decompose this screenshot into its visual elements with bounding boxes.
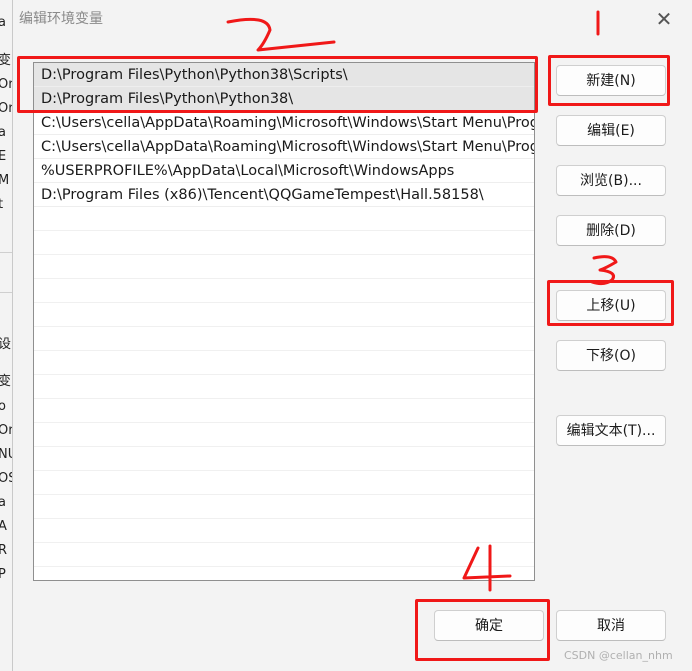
bg-text: a bbox=[0, 125, 6, 140]
list-item[interactable]: D:\Program Files (x86)\Tencent\QQGameTem… bbox=[34, 183, 534, 207]
empty-row bbox=[34, 543, 534, 567]
bg-text: t bbox=[0, 197, 4, 212]
empty-row bbox=[34, 423, 534, 447]
new-button[interactable]: 新建(N) bbox=[556, 65, 666, 96]
empty-row bbox=[34, 375, 534, 399]
empty-row bbox=[34, 351, 534, 375]
list-item[interactable]: %USERPROFILE%\AppData\Local\Microsoft\Wi… bbox=[34, 159, 534, 183]
list-item[interactable]: C:\Users\cella\AppData\Roaming\Microsoft… bbox=[34, 135, 534, 159]
bg-text: E bbox=[0, 149, 7, 164]
bg-text: 变 bbox=[0, 374, 12, 389]
ok-button[interactable]: 确定 bbox=[434, 610, 544, 641]
watermark: CSDN @cellan_nhm bbox=[564, 649, 673, 662]
edit-env-var-dialog: 编辑环境变量 ✕ D:\Program Files\Python\Python3… bbox=[12, 0, 692, 671]
bg-text: R bbox=[0, 543, 8, 558]
bg-divider bbox=[0, 292, 12, 293]
bg-divider bbox=[0, 252, 12, 253]
empty-row bbox=[34, 447, 534, 471]
empty-row bbox=[34, 255, 534, 279]
bg-text: A bbox=[0, 519, 7, 534]
browse-button[interactable]: 浏览(B)... bbox=[556, 165, 666, 196]
move-down-button[interactable]: 下移(O) bbox=[556, 340, 666, 371]
empty-row bbox=[34, 327, 534, 351]
edit-button[interactable]: 编辑(E) bbox=[556, 115, 666, 146]
path-list[interactable]: D:\Program Files\Python\Python38\Scripts… bbox=[33, 62, 535, 581]
empty-row bbox=[34, 303, 534, 327]
list-item[interactable]: D:\Program Files\Python\Python38\Scripts… bbox=[34, 63, 534, 87]
bg-text: P bbox=[0, 567, 6, 582]
close-icon[interactable]: ✕ bbox=[651, 6, 677, 32]
empty-row bbox=[34, 495, 534, 519]
empty-row bbox=[34, 471, 534, 495]
bg-text: 设 bbox=[0, 337, 12, 352]
bg-text: a bbox=[0, 495, 6, 510]
empty-row bbox=[34, 519, 534, 543]
list-item[interactable]: C:\Users\cella\AppData\Roaming\Microsoft… bbox=[34, 111, 534, 135]
dialog-title: 编辑环境变量 bbox=[19, 11, 103, 27]
bg-text: 变 bbox=[0, 53, 12, 68]
empty-row bbox=[34, 279, 534, 303]
delete-button[interactable]: 删除(D) bbox=[556, 215, 666, 246]
bg-text: o bbox=[0, 399, 6, 414]
list-item[interactable]: D:\Program Files\Python\Python38\ bbox=[34, 87, 534, 111]
move-up-button[interactable]: 上移(U) bbox=[556, 290, 666, 321]
edit-text-button[interactable]: 编辑文本(T)... bbox=[556, 415, 666, 446]
bg-text: M bbox=[0, 173, 10, 188]
empty-row bbox=[34, 207, 534, 231]
empty-row bbox=[34, 231, 534, 255]
cancel-button[interactable]: 取消 bbox=[556, 610, 666, 641]
empty-row bbox=[34, 399, 534, 423]
bg-text: a bbox=[0, 15, 6, 30]
